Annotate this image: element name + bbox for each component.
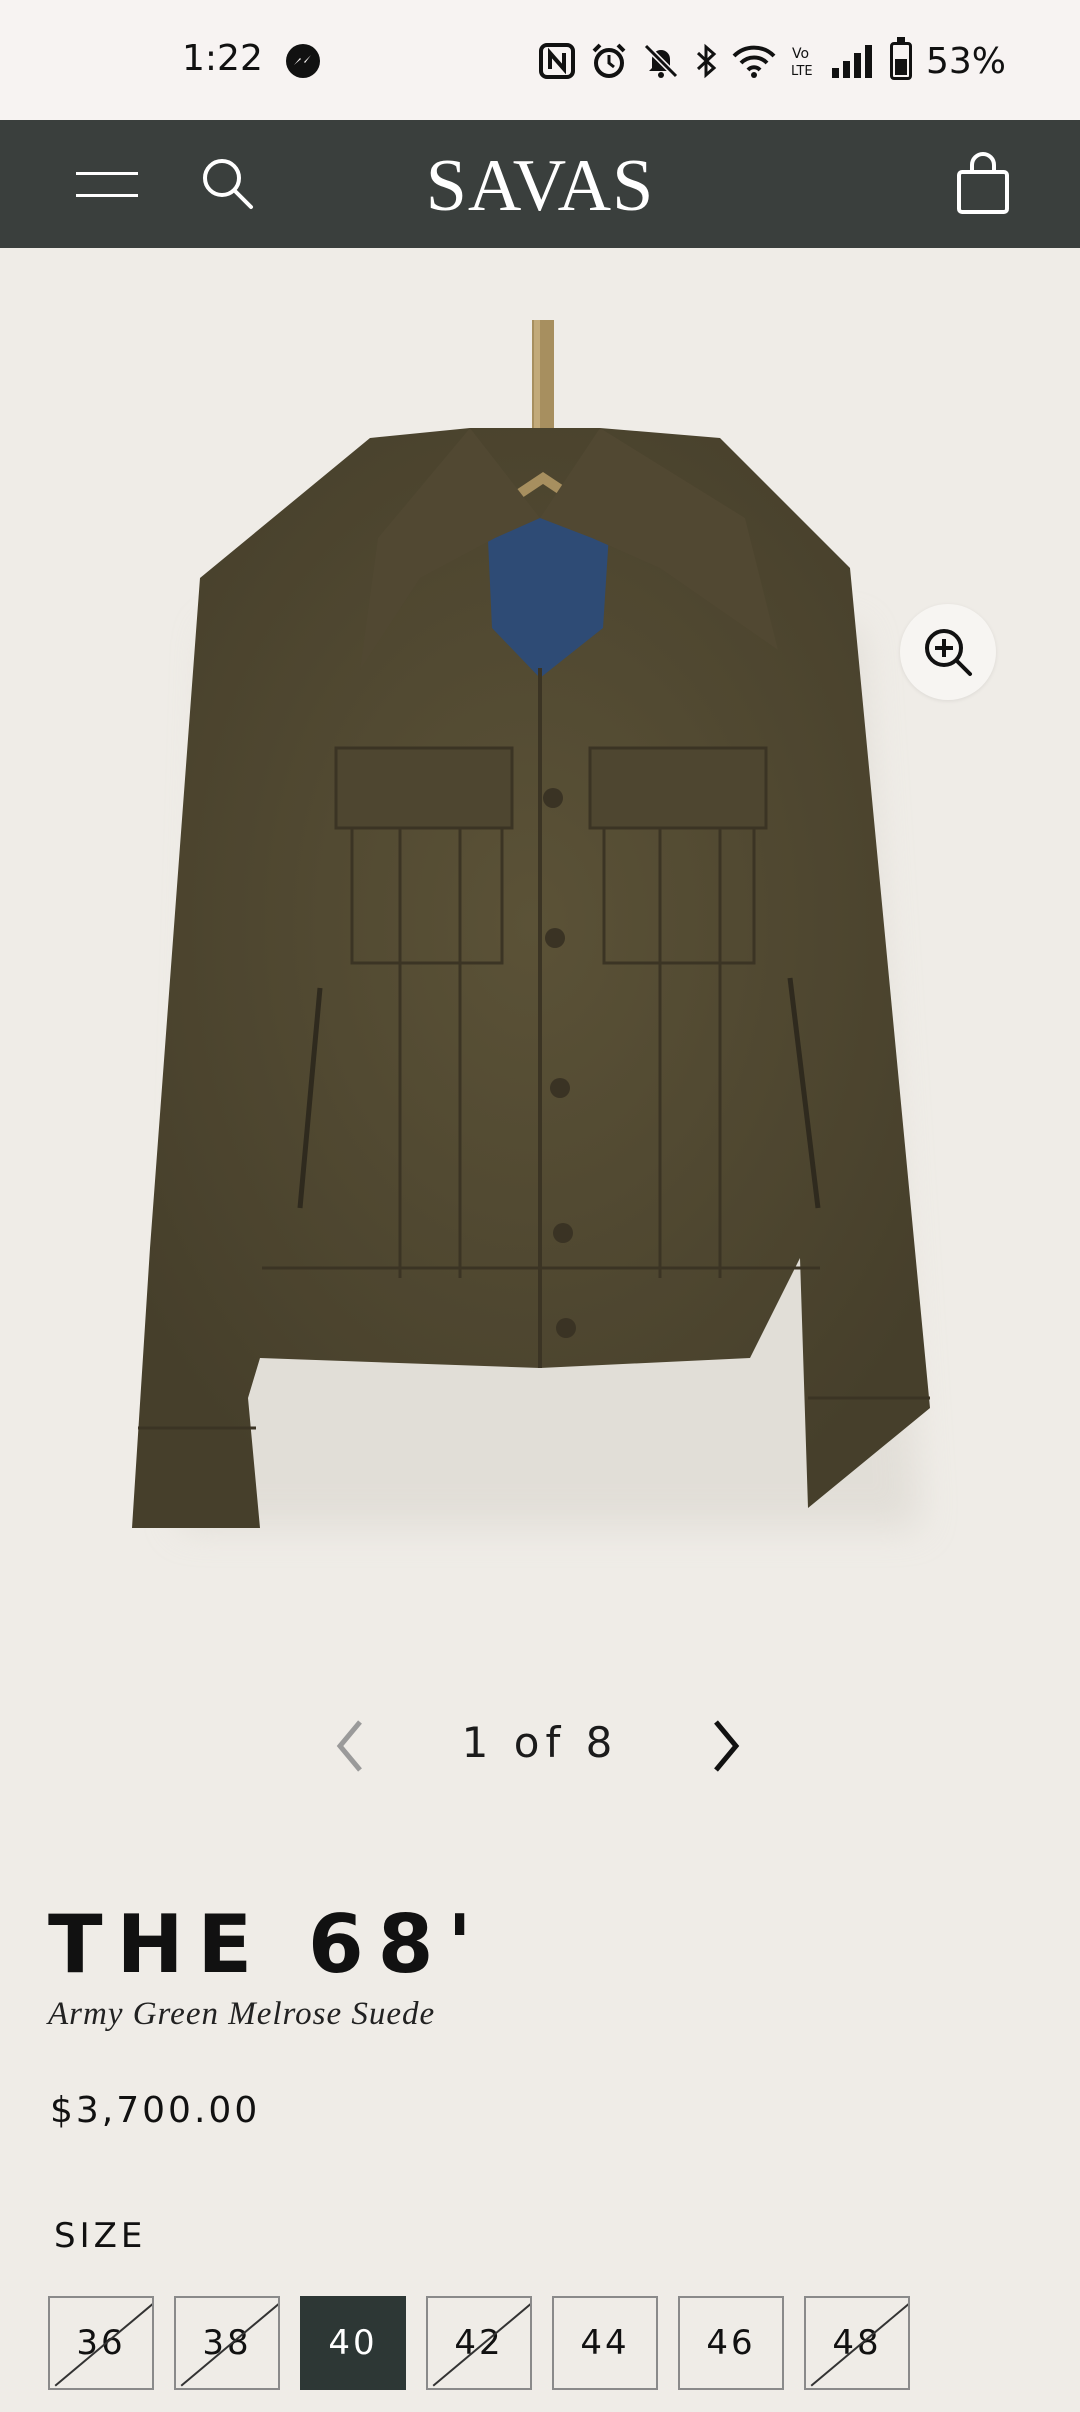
bell-off-icon — [642, 42, 680, 80]
product-title: THE 68' — [48, 1898, 486, 1991]
messenger-icon — [286, 44, 320, 78]
brand-logo[interactable]: SAVAS — [0, 144, 1080, 229]
gallery-counter: 1 of 8 — [461, 1718, 619, 1767]
size-option-46[interactable]: 46 — [678, 2296, 784, 2390]
product-image[interactable] — [0, 248, 1080, 1648]
sold-out-strike — [810, 2301, 908, 2387]
status-icons: Vo LTE 53% — [538, 36, 1006, 86]
wifi-icon — [732, 42, 776, 80]
size-label: SIZE — [54, 2216, 147, 2256]
nfc-icon — [538, 42, 576, 80]
size-option-38[interactable]: 38 — [174, 2296, 280, 2390]
product-image-gallery[interactable] — [0, 248, 1080, 1648]
chevron-right-icon[interactable] — [706, 1716, 746, 1776]
sold-out-strike — [54, 2301, 152, 2387]
product-price: $3,700.00 — [50, 2090, 261, 2131]
status-bar: 1:22 Vo LTE 53% — [0, 0, 1080, 120]
zoom-in-icon — [925, 629, 972, 676]
size-option-36[interactable]: 36 — [48, 2296, 154, 2390]
size-option-44[interactable]: 44 — [552, 2296, 658, 2390]
sold-out-strike — [180, 2301, 278, 2387]
shopping-bag-icon[interactable] — [954, 152, 1012, 216]
svg-text:LTE: LTE — [791, 64, 813, 79]
product-subtitle: Army Green Melrose Suede — [48, 1996, 436, 2032]
bluetooth-icon — [694, 42, 718, 80]
volte-icon: Vo LTE — [790, 42, 816, 80]
gallery-pager: 1 of 8 — [0, 1710, 1080, 1780]
signal-icon — [830, 42, 876, 80]
size-option-48[interactable]: 48 — [804, 2296, 910, 2390]
svg-text:Vo: Vo — [792, 46, 809, 62]
status-time: 1:22 — [182, 38, 263, 79]
site-header: SAVAS — [0, 120, 1080, 248]
size-option-42[interactable]: 42 — [426, 2296, 532, 2390]
sold-out-strike — [432, 2301, 530, 2387]
battery-percent: 53% — [925, 40, 1006, 82]
zoom-button[interactable] — [900, 604, 996, 700]
alarm-icon — [590, 42, 628, 80]
size-option-40[interactable]: 40 — [300, 2296, 406, 2390]
battery-icon — [889, 37, 912, 80]
